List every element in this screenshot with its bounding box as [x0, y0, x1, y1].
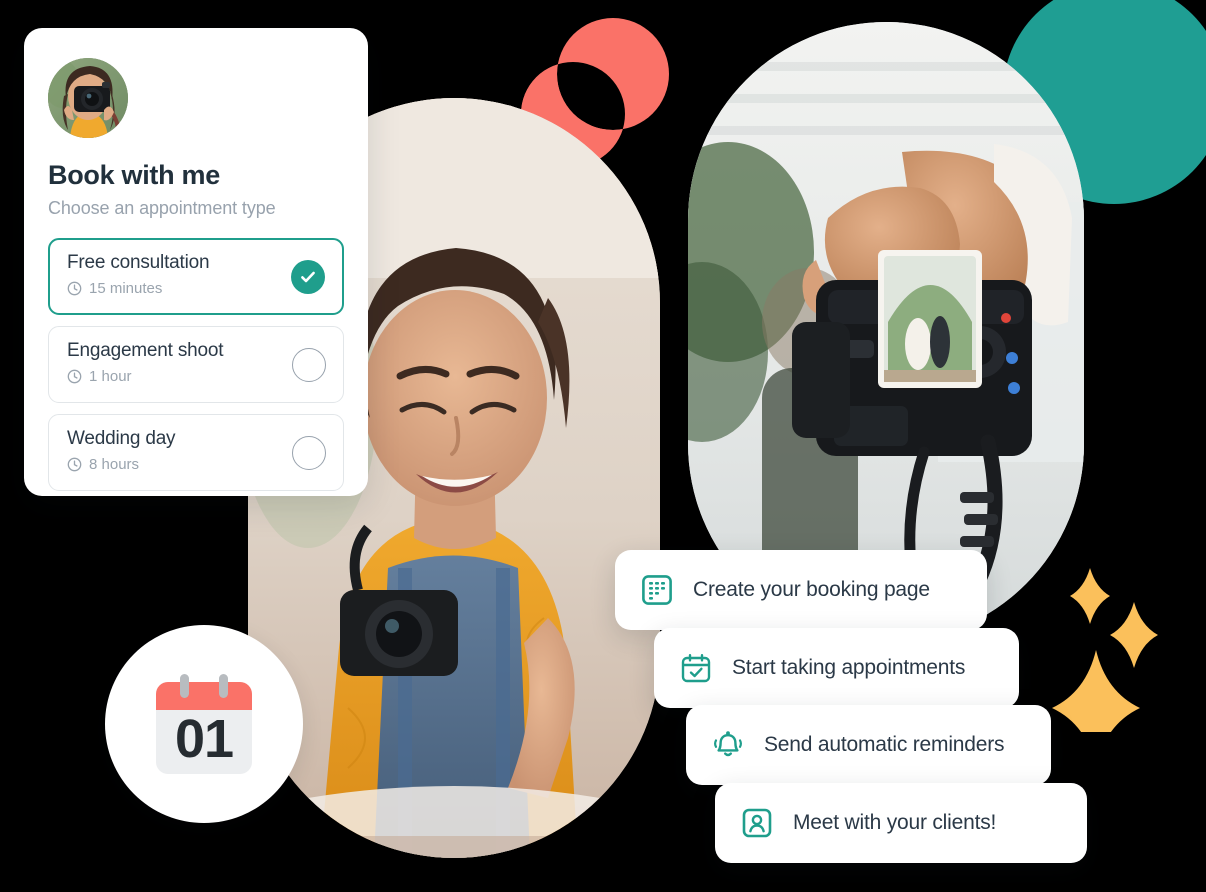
appointment-radio[interactable]	[292, 347, 326, 382]
appointment-option-free-consultation[interactable]: Free consultation 15 minutes	[48, 238, 344, 315]
calendar-header-bar	[156, 682, 252, 710]
feature-pill-label: Send automatic reminders	[764, 733, 1005, 756]
feature-pill-label: Create your booking page	[693, 578, 930, 601]
booking-page-icon	[642, 575, 672, 605]
calendar-ring-right	[219, 674, 228, 698]
appointment-name: Free consultation	[67, 252, 210, 273]
appointment-radio[interactable]	[292, 435, 326, 470]
clock-icon	[67, 369, 82, 384]
feature-pill-create-booking-page[interactable]: Create your booking page	[615, 550, 987, 630]
calendar-badge: 01	[105, 625, 303, 823]
sparkles-decor	[1052, 568, 1158, 732]
calendar-ring-left	[180, 674, 189, 698]
feature-pill-send-automatic-reminders[interactable]: Send automatic reminders	[686, 705, 1051, 785]
appointment-option-wedding-day[interactable]: Wedding day 8 hours	[48, 414, 344, 491]
calendar-day-number: 01	[174, 709, 234, 769]
feature-pill-label: Meet with your clients!	[793, 811, 997, 834]
person-card-icon	[742, 808, 772, 838]
appointment-duration: 15 minutes	[89, 280, 163, 297]
bell-icon	[714, 731, 742, 757]
check-circle-icon	[291, 259, 325, 294]
feature-pill-meet-with-your-clients[interactable]: Meet with your clients!	[715, 783, 1087, 863]
appointment-duration-row: 1 hour	[67, 368, 327, 385]
feature-pill-start-taking-appointments[interactable]: Start taking appointments	[654, 628, 1019, 708]
clock-icon	[67, 281, 82, 296]
page-subtitle: Choose an appointment type	[48, 198, 276, 218]
hero-illustration: Book with me Choose an appointment type …	[0, 0, 1206, 892]
calendar-body: 01	[156, 682, 252, 774]
clock-icon	[67, 457, 82, 472]
calendar-check-icon	[681, 654, 711, 683]
photo-hands-camera	[688, 22, 1084, 642]
appointment-duration: 1 hour	[89, 368, 132, 385]
appointment-selected-indicator[interactable]	[291, 259, 325, 294]
appointment-name: Wedding day	[67, 428, 176, 449]
appointment-duration: 8 hours	[89, 456, 140, 473]
appointment-name: Engagement shoot	[67, 340, 224, 361]
avatar	[48, 58, 128, 138]
appointment-type-list: Free consultation 15 minutes Engagement …	[48, 238, 344, 491]
radio-empty-icon	[292, 435, 326, 470]
page-title: Book with me	[48, 160, 220, 190]
appointment-duration-row: 8 hours	[67, 456, 327, 473]
feature-pill-label: Start taking appointments	[732, 656, 966, 679]
appointment-duration-row: 15 minutes	[67, 280, 326, 297]
calendar-emoji-icon: 01	[156, 674, 252, 774]
radio-empty-icon	[292, 347, 326, 382]
booking-card: Book with me Choose an appointment type …	[24, 28, 368, 496]
appointment-option-engagement-shoot[interactable]: Engagement shoot 1 hour	[48, 326, 344, 403]
